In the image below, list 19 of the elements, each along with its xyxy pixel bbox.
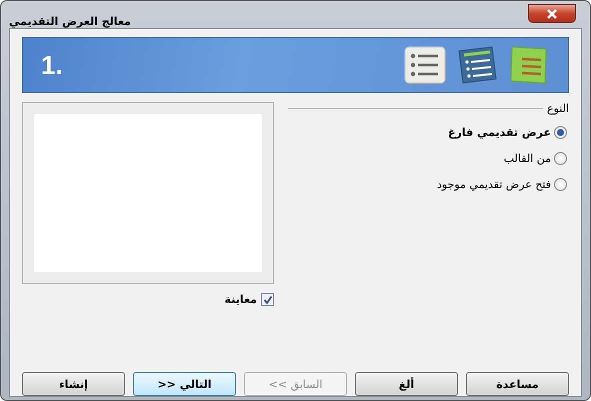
window-title: معالج العرض التقديمي	[9, 15, 131, 28]
list-icon	[404, 46, 446, 84]
radio-button[interactable]	[554, 126, 567, 138]
radio-button[interactable]	[554, 152, 567, 164]
radio-option[interactable]: فتح عرض تقديمي موجود	[288, 175, 567, 193]
group-label: النوع	[547, 102, 569, 115]
step-number: 1.	[41, 50, 63, 80]
preview-checkbox[interactable]: معاينة	[22, 293, 274, 306]
dialog-button[interactable]: مساعدة	[466, 372, 569, 396]
radio-option[interactable]: عرض تقديمي فارغ	[288, 123, 567, 141]
radio-button[interactable]	[554, 178, 567, 190]
dialog-button[interactable]: إنشاء	[22, 372, 125, 396]
checkbox[interactable]	[261, 293, 274, 306]
list-icon	[456, 45, 498, 85]
close-icon	[545, 8, 559, 18]
close-button[interactable]	[528, 4, 576, 23]
dialog-button[interactable]: >> التالي	[133, 372, 236, 396]
dialog-button[interactable]: ألغ	[355, 372, 458, 396]
radio-option[interactable]: من القالب	[288, 149, 567, 167]
